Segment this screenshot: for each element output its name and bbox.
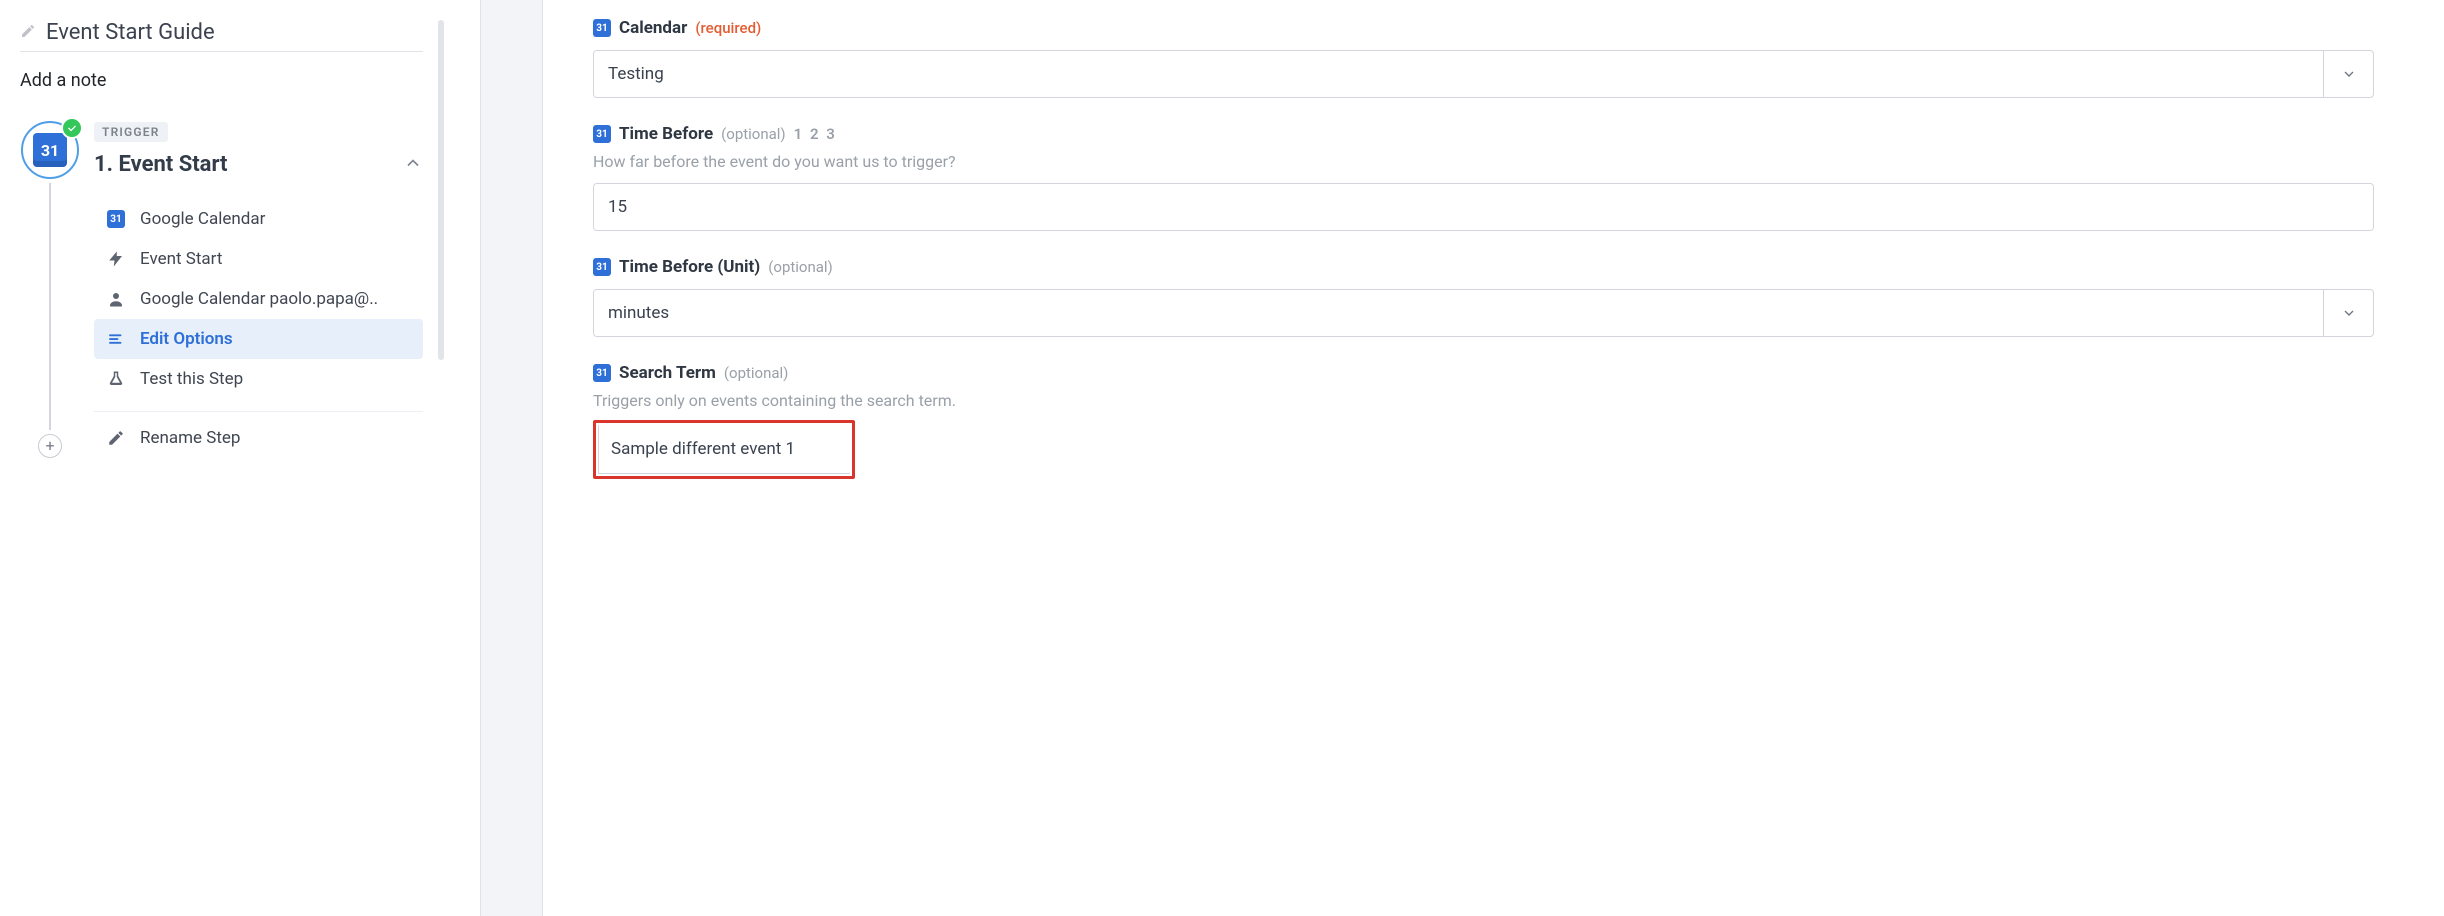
pencil-icon bbox=[20, 23, 36, 43]
substep-label: Edit Options bbox=[140, 329, 233, 349]
substep-label: Rename Step bbox=[140, 428, 240, 448]
calendar-select[interactable]: Testing bbox=[593, 50, 2374, 98]
divider-column bbox=[480, 0, 543, 916]
step-icon-column: 31 + bbox=[20, 121, 80, 458]
add-note-link[interactable]: Add a note bbox=[20, 70, 468, 91]
highlight-box: Sample different event 1 bbox=[593, 420, 855, 479]
calendar-icon: 31 bbox=[593, 125, 611, 143]
calendar-icon: 31 bbox=[593, 258, 611, 276]
step-status-circle[interactable]: 31 bbox=[21, 121, 79, 179]
check-icon bbox=[61, 117, 83, 139]
substep-rename[interactable]: Rename Step bbox=[94, 418, 423, 458]
guide-title: Event Start Guide bbox=[46, 20, 215, 45]
field-label: Time Before (Unit) bbox=[619, 257, 760, 277]
field-time-before-unit: 31 Time Before (Unit) (optional) minutes bbox=[593, 257, 2374, 337]
user-icon bbox=[106, 289, 126, 309]
substep-trigger[interactable]: Event Start bbox=[94, 239, 423, 279]
add-step-button[interactable]: + bbox=[38, 434, 62, 458]
guide-title-row[interactable]: Event Start Guide bbox=[20, 20, 423, 52]
substep-label: Google Calendar bbox=[140, 209, 265, 229]
calendar-icon: 31 bbox=[593, 19, 611, 37]
chevron-down-icon[interactable] bbox=[2323, 290, 2373, 336]
pencil-icon bbox=[106, 428, 126, 448]
calendar-value: Testing bbox=[594, 51, 2323, 97]
calendar-icon: 31 bbox=[593, 364, 611, 382]
chevron-down-icon[interactable] bbox=[2323, 51, 2373, 97]
substep-app[interactable]: 31 Google Calendar bbox=[94, 199, 423, 239]
step-header[interactable]: 1. Event Start bbox=[94, 152, 423, 177]
step-title: 1. Event Start bbox=[94, 152, 228, 177]
substep-label: Google Calendar paolo.papa@.. bbox=[140, 289, 378, 309]
substep-label: Test this Step bbox=[140, 369, 243, 389]
separator bbox=[94, 411, 423, 412]
optional-tag: (optional) bbox=[721, 125, 786, 143]
time-before-value[interactable] bbox=[594, 184, 2373, 230]
substep-account[interactable]: Google Calendar paolo.papa@.. bbox=[94, 279, 423, 319]
required-tag: (required) bbox=[695, 19, 761, 37]
bolt-icon bbox=[106, 249, 126, 269]
connector-line bbox=[49, 183, 51, 430]
form-panel: 31 Calendar (required) Testing 31 Time B… bbox=[543, 0, 2444, 916]
time-before-unit-select[interactable]: minutes bbox=[593, 289, 2374, 337]
optional-tag: (optional) bbox=[768, 258, 833, 276]
calendar-app-icon: 31 bbox=[33, 133, 67, 167]
help-text: Triggers only on events containing the s… bbox=[593, 391, 2374, 410]
substep-edit-options[interactable]: Edit Options bbox=[94, 319, 423, 359]
scrollbar[interactable] bbox=[438, 20, 444, 360]
beaker-icon bbox=[106, 369, 126, 389]
field-label: Search Term bbox=[619, 363, 716, 383]
substeps-list: 31 Google Calendar Event Start Google Ca… bbox=[94, 199, 423, 458]
field-search-term: 31 Search Term (optional) Triggers only … bbox=[593, 363, 2374, 479]
field-label: Calendar bbox=[619, 18, 687, 38]
step-area: 31 + TRIGGER 1. Event Start 31 bbox=[20, 121, 423, 458]
numeric-hint: 1 2 3 bbox=[794, 125, 837, 143]
help-text: How far before the event do you want us … bbox=[593, 152, 2374, 171]
field-time-before: 31 Time Before (optional) 1 2 3 How far … bbox=[593, 124, 2374, 231]
substep-test[interactable]: Test this Step bbox=[94, 359, 423, 399]
field-calendar: 31 Calendar (required) Testing bbox=[593, 18, 2374, 98]
left-sidebar: Event Start Guide Add a note 31 + TRIGGE… bbox=[0, 0, 480, 916]
step-detail: TRIGGER 1. Event Start 31 Google Calenda… bbox=[94, 121, 423, 458]
chevron-up-icon bbox=[403, 153, 423, 177]
time-before-unit-value: minutes bbox=[594, 290, 2323, 336]
search-term-input[interactable]: Sample different event 1 bbox=[598, 425, 850, 474]
time-before-input[interactable] bbox=[593, 183, 2374, 231]
trigger-tag: TRIGGER bbox=[94, 122, 168, 142]
optional-tag: (optional) bbox=[724, 364, 789, 382]
substep-label: Event Start bbox=[140, 249, 222, 269]
calendar-icon: 31 bbox=[106, 209, 126, 229]
options-icon bbox=[106, 329, 126, 349]
field-label: Time Before bbox=[619, 124, 713, 144]
